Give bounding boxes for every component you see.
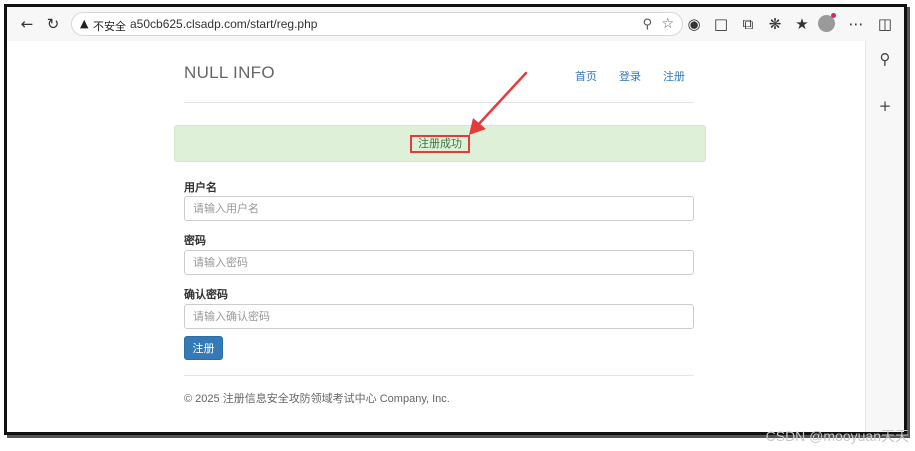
reading-view-icon[interactable]: □ xyxy=(712,15,730,33)
address-bar[interactable]: ▲ 不安全 a50cb625.clsadp.com/start/reg.php … xyxy=(71,12,683,36)
key-icon[interactable]: ⚲ xyxy=(642,16,652,32)
confirm-password-input[interactable] xyxy=(184,304,694,329)
success-alert: 注册成功 xyxy=(174,125,706,162)
username-input[interactable] xyxy=(184,196,694,221)
notification-dot xyxy=(831,13,836,18)
password-input[interactable] xyxy=(184,250,694,275)
register-button[interactable]: 注册 xyxy=(184,336,223,360)
footer-text: © 2025 注册信息安全攻防领域考试中心 Company, Inc. xyxy=(184,393,450,405)
browser-window: ← ↻ ▲ 不安全 a50cb625.clsadp.com/start/reg.… xyxy=(4,4,907,435)
header-divider xyxy=(184,102,694,103)
confirm-password-label: 确认密码 xyxy=(184,289,228,301)
search-icon[interactable]: ⚲ xyxy=(876,50,894,68)
browser-sidebar: ⚲ + xyxy=(865,41,904,432)
watermark: CSDN @mooyuan天天 xyxy=(765,428,909,444)
back-icon[interactable]: ← xyxy=(18,15,36,33)
nav-login[interactable]: 登录 xyxy=(619,68,641,84)
favorites-icon[interactable]: ★ xyxy=(793,15,811,33)
warning-triangle-icon[interactable]: ▲ xyxy=(80,17,88,30)
alert-message: 注册成功 xyxy=(410,135,470,153)
footer-divider xyxy=(184,375,694,376)
extension-circle-icon[interactable]: ◉ xyxy=(685,15,703,33)
url-text[interactable]: a50cb625.clsadp.com/start/reg.php xyxy=(130,17,317,31)
refresh-icon[interactable]: ↻ xyxy=(44,15,62,33)
security-label[interactable]: 不安全 xyxy=(93,18,126,34)
username-label: 用户名 xyxy=(184,182,217,194)
page-content: NULL INFO 首页 登录 注册 注册成功 用户名 密码 确认密码 注册 ©… xyxy=(7,41,865,432)
favorite-star-icon[interactable]: ☆ xyxy=(661,15,674,32)
add-icon[interactable]: + xyxy=(876,97,894,115)
site-brand[interactable]: NULL INFO xyxy=(184,63,275,83)
nav-register[interactable]: 注册 xyxy=(663,68,685,84)
extensions-icon[interactable]: ❋ xyxy=(766,15,784,33)
password-label: 密码 xyxy=(184,235,206,247)
nav-home[interactable]: 首页 xyxy=(575,68,597,84)
sidebar-toggle-icon[interactable]: ◫ xyxy=(876,15,894,33)
collections-icon[interactable]: ⧉ xyxy=(739,15,757,33)
more-menu-icon[interactable]: ⋯ xyxy=(847,15,865,33)
browser-toolbar: ← ↻ ▲ 不安全 a50cb625.clsadp.com/start/reg.… xyxy=(7,7,904,41)
